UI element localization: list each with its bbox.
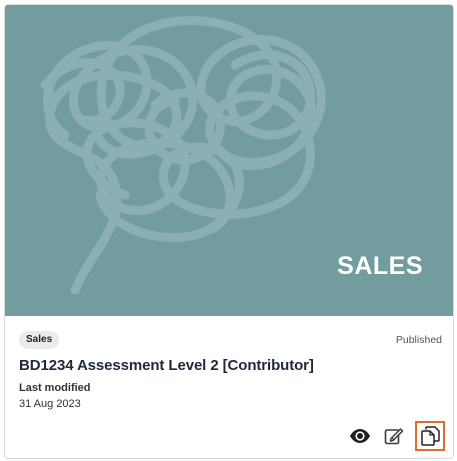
preview-button[interactable]: [345, 421, 375, 451]
assessment-card[interactable]: SALES Sales Published BD1234 Assessment …: [4, 4, 454, 459]
eye-icon: [350, 429, 370, 443]
edit-button[interactable]: [379, 421, 409, 451]
last-modified-label: Last modified: [19, 382, 91, 394]
edit-icon: [384, 428, 404, 445]
card-title[interactable]: BD1234 Assessment Level 2 [Contributor]: [19, 357, 314, 374]
duplicate-button[interactable]: [415, 421, 445, 451]
status-text: Published: [395, 334, 442, 346]
card-cover-image[interactable]: SALES: [5, 5, 453, 316]
last-modified-date: 31 Aug 2023: [19, 398, 81, 410]
copy-icon: [421, 426, 440, 446]
category-tag: Sales: [19, 331, 60, 349]
card-info: Sales Published BD1234 Assessment Level …: [5, 316, 453, 458]
cover-label: SALES: [337, 252, 423, 280]
